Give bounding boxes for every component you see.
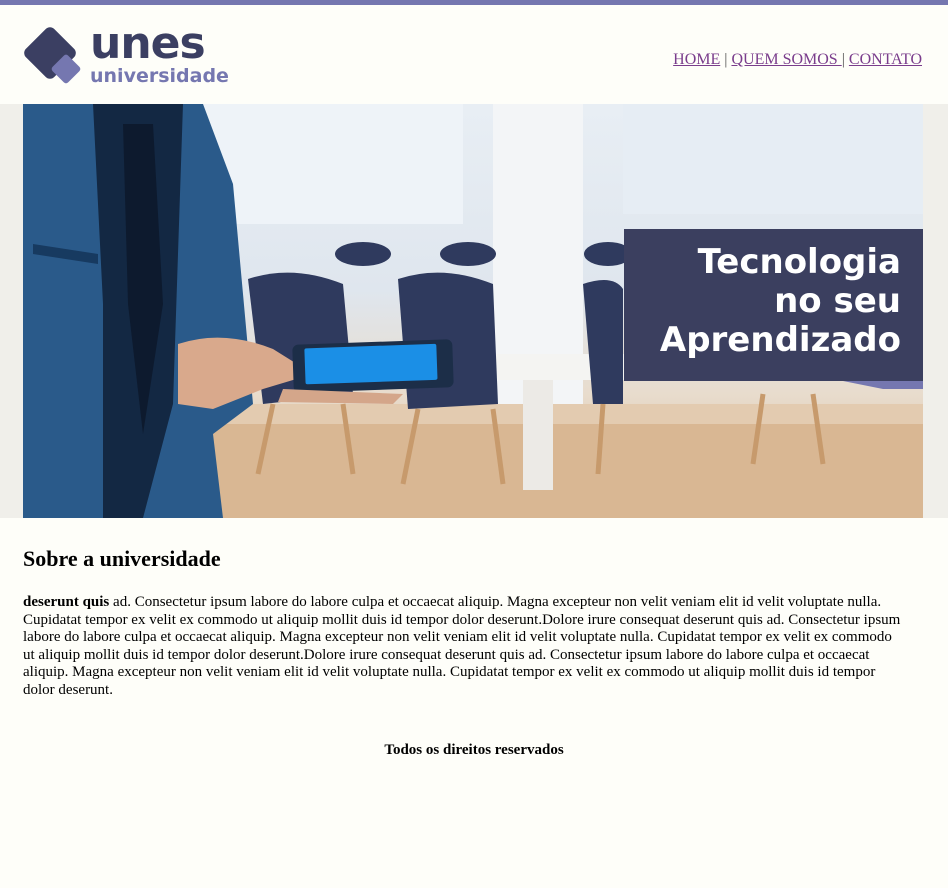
site-footer: Todos os direitos reservados	[0, 740, 948, 760]
about-paragraph: deserunt quis ad. Consectetur ipsum labo…	[23, 594, 903, 699]
banner-caption-line-2: no seu	[774, 281, 901, 321]
banner-caption-line-1: Tecnologia	[697, 242, 901, 282]
about-lead-bold: deserunt quis	[23, 594, 110, 610]
nav-link-contact[interactable]: CONTATO	[849, 51, 922, 68]
nav-link-about[interactable]: QUEM SOMOS	[731, 51, 841, 68]
site-header: unes universidade HOME | QUEM SOMOS | CO…	[0, 5, 948, 104]
logo-subtitle: universidade	[90, 65, 229, 87]
nav-link-home[interactable]: HOME	[673, 51, 720, 68]
main-nav: HOME | QUEM SOMOS | CONTATO	[673, 51, 922, 69]
footer-copyright: Todos os direitos reservados	[384, 742, 564, 758]
about-body-text: ad. Consectetur ipsum labore do labore c…	[23, 594, 901, 698]
banner-caption-accent	[843, 381, 923, 389]
about-heading: Sobre a universidade	[23, 546, 221, 571]
nav-separator: |	[724, 51, 728, 68]
banner-caption-line-3: Aprendizado	[659, 320, 901, 360]
banner-section: Tecnologia no seu Aprendizado	[0, 104, 948, 518]
about-section: Sobre a universidade deserunt quis ad. C…	[23, 530, 903, 699]
banner-caption: Tecnologia no seu Aprendizado	[624, 229, 923, 381]
hero-banner: Tecnologia no seu Aprendizado	[23, 104, 923, 518]
nav-separator: |	[841, 51, 845, 68]
logo-diamond-icon	[24, 27, 81, 84]
site-logo[interactable]: unes universidade	[22, 19, 242, 89]
logo-wordmark: unes	[90, 18, 206, 69]
